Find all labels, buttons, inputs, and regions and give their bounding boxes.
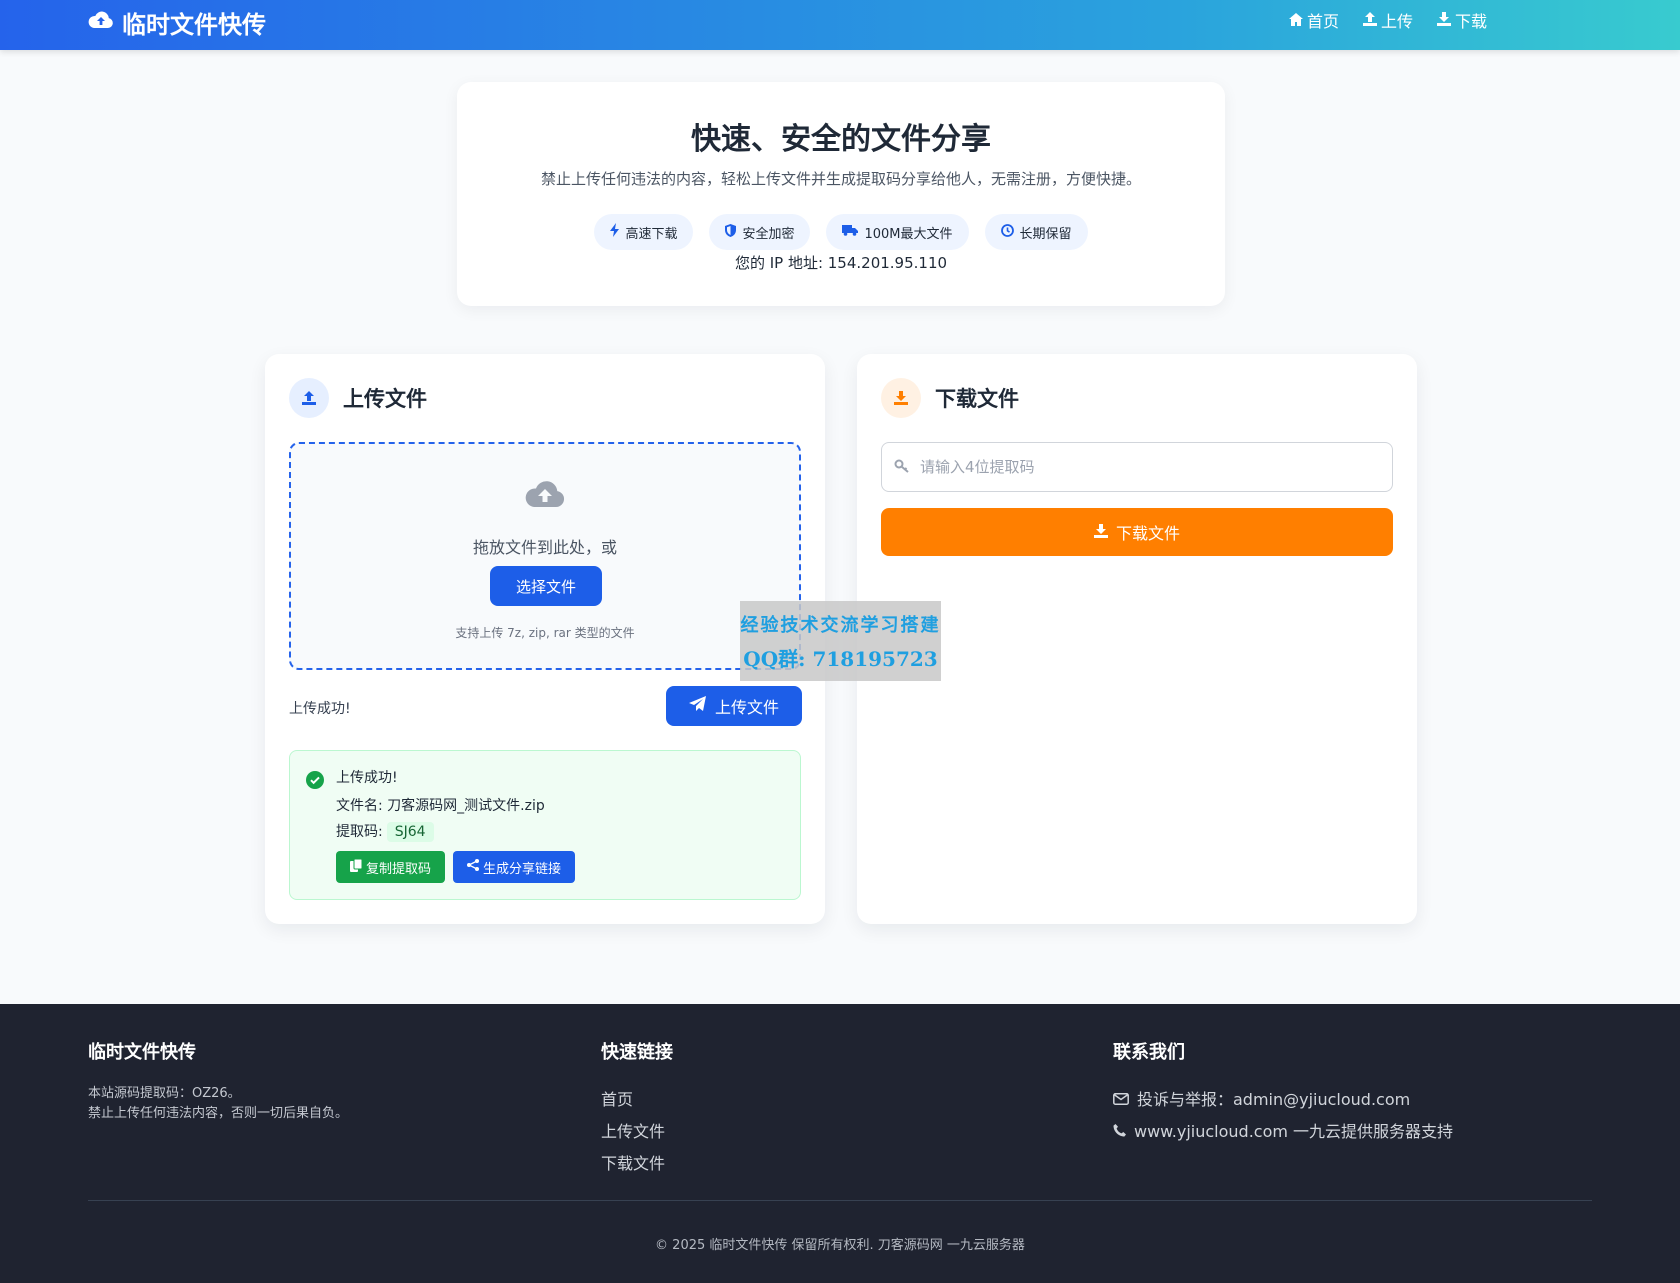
upload-icon — [1362, 11, 1377, 30]
hero-card: 快速、安全的文件分享 禁止上传任何违法的内容，轻松上传文件并生成提取码分享给他人… — [457, 82, 1225, 306]
footer-about: 临时文件快传 本站源码提取码：OZ26。 禁止上传任何违法内容，否则一切后果自负… — [88, 1038, 348, 1124]
key-icon — [894, 458, 910, 477]
feature-max-size: 100M最大文件 — [826, 214, 969, 250]
feature-long-retention: 长期保留 — [984, 214, 1088, 250]
nav-upload[interactable]: 上传 — [1362, 8, 1413, 32]
clock-icon — [1000, 223, 1014, 241]
dropzone-hint: 支持上传 7z, zip, rar 类型的文件 — [455, 626, 635, 640]
footer-site[interactable]: www.yjiucloud.com 一九云提供服务器支持 — [1113, 1116, 1453, 1148]
feature-label: 100M最大文件 — [864, 226, 953, 242]
nav-upload-label: 上传 — [1380, 12, 1413, 31]
copy-code-button[interactable]: 复制提取码 — [336, 851, 446, 883]
nav-download-label: 下载 — [1454, 12, 1487, 31]
download-icon — [1436, 11, 1451, 30]
hero-title: 快速、安全的文件分享 — [691, 122, 991, 157]
result-actions: 复制提取码 生成分享链接 — [336, 851, 576, 883]
footer-link-download[interactable]: 下载文件 — [601, 1148, 673, 1180]
brand[interactable]: 临时文件快传 — [88, 5, 266, 40]
choose-file-button[interactable]: 选择文件 — [490, 566, 602, 606]
upload-file-button[interactable]: 上传文件 — [666, 686, 802, 726]
envelope-icon — [1113, 1084, 1129, 1116]
file-dropzone[interactable]: 拖放文件到此处，或 选择文件 支持上传 7z, zip, rar 类型的文件 — [289, 442, 801, 670]
brand-name: 临时文件快传 — [122, 11, 266, 39]
upload-card-title: 上传文件 — [343, 387, 427, 411]
footer-link-upload[interactable]: 上传文件 — [601, 1116, 673, 1148]
footer-about-heading: 临时文件快传 — [88, 1042, 196, 1063]
download-button-label: 下载文件 — [1115, 524, 1180, 543]
check-circle-icon — [306, 771, 324, 793]
footer-about-line2: 禁止上传任何违法内容，否则一切后果自负。 — [88, 1106, 349, 1121]
dropzone-text: 拖放文件到此处，或 — [472, 538, 617, 557]
footer-email-text: 投诉与举报：admin@yjiucloud.com — [1137, 1090, 1411, 1109]
download-card-title: 下载文件 — [935, 387, 1019, 411]
watermark-line1: 经验技术交流学习搭建 — [740, 615, 941, 636]
nav-download[interactable]: 下载 — [1436, 8, 1487, 32]
upload-circle-icon — [289, 378, 329, 418]
home-icon — [1288, 11, 1303, 30]
footer-contact: 联系我们 投诉与举报：admin@yjiucloud.com www.yjiuc… — [1113, 1038, 1453, 1148]
result-code-value: SJ64 — [386, 822, 434, 842]
feature-fast-download: 高速下载 — [594, 214, 694, 250]
copy-icon — [350, 858, 363, 876]
copyright: © 2025 临时文件快传 保留所有权利. 刀客源码网 一九云服务器 — [655, 1238, 1025, 1253]
extract-code-field[interactable] — [881, 442, 1393, 492]
truck-icon — [842, 224, 859, 240]
cloud-upload-icon — [88, 9, 114, 37]
shield-icon — [725, 223, 737, 241]
result-heading: 上传成功! — [336, 770, 398, 786]
extract-code-input[interactable] — [920, 458, 1360, 476]
paper-plane-icon — [688, 696, 707, 716]
download-circle-icon — [881, 378, 921, 418]
footer: 临时文件快传 本站源码提取码：OZ26。 禁止上传任何违法内容，否则一切后果自负… — [0, 1004, 1680, 1283]
upload-button-label: 上传文件 — [714, 698, 779, 717]
download-file-button[interactable]: 下载文件 — [881, 508, 1393, 556]
copy-code-label: 复制提取码 — [366, 861, 432, 877]
bolt-icon — [610, 223, 620, 241]
footer-email[interactable]: 投诉与举报：admin@yjiucloud.com — [1113, 1084, 1453, 1116]
upload-result-panel: 上传成功! 文件名: 刀客源码网_测试文件.zip 提取码: SJ64 复制提取码… — [289, 750, 801, 900]
watermark-line2: QQ群: 718195723 — [743, 647, 938, 671]
download-card: 下载文件 下载文件 — [857, 354, 1417, 924]
share-link-button[interactable]: 生成分享链接 — [453, 851, 576, 883]
footer-site-text: www.yjiucloud.com 一九云提供服务器支持 — [1134, 1122, 1454, 1141]
feature-label: 安全加密 — [742, 226, 795, 242]
footer-links: 快速链接 首页 上传文件 下载文件 — [601, 1038, 673, 1180]
top-navbar: 临时文件快传 首页 上传 下载 — [0, 0, 1680, 50]
footer-contact-heading: 联系我们 — [1113, 1042, 1185, 1063]
ip-address: 您的 IP 地址: 154.201.95.110 — [734, 254, 948, 272]
main-nav: 首页 上传 下载 — [1288, 8, 1487, 32]
footer-links-heading: 快速链接 — [601, 1042, 673, 1063]
result-code-label: 提取码: — [336, 824, 383, 840]
nav-home-label: 首页 — [1306, 12, 1339, 31]
feature-list: 高速下载 安全加密 100M最大文件 长期保留 — [457, 214, 1225, 250]
share-icon — [467, 859, 480, 875]
footer-about-line1: 本站源码提取码：OZ26。 — [88, 1086, 241, 1101]
footer-link-home[interactable]: 首页 — [601, 1084, 673, 1116]
hero-description: 禁止上传任何违法的内容，轻松上传文件并生成提取码分享给他人，无需注册，方便快捷。 — [540, 170, 1141, 188]
footer-divider — [88, 1200, 1592, 1201]
feature-label: 长期保留 — [1019, 226, 1072, 242]
upload-card-header: 上传文件 — [289, 378, 427, 418]
phone-icon — [1113, 1116, 1126, 1148]
cloud-upload-icon — [291, 478, 799, 510]
result-filename: 文件名: 刀客源码网_测试文件.zip — [336, 798, 545, 814]
share-link-label: 生成分享链接 — [483, 861, 562, 877]
download-card-header: 下载文件 — [881, 378, 1019, 418]
upload-status: 上传成功! — [289, 701, 351, 717]
result-code-row: 提取码: SJ64 — [336, 821, 434, 842]
nav-home[interactable]: 首页 — [1288, 8, 1339, 32]
feature-secure: 安全加密 — [709, 214, 811, 250]
download-icon — [1093, 523, 1108, 542]
feature-label: 高速下载 — [625, 226, 678, 242]
watermark: 经验技术交流学习搭建 QQ群: 718195723 — [740, 601, 941, 681]
